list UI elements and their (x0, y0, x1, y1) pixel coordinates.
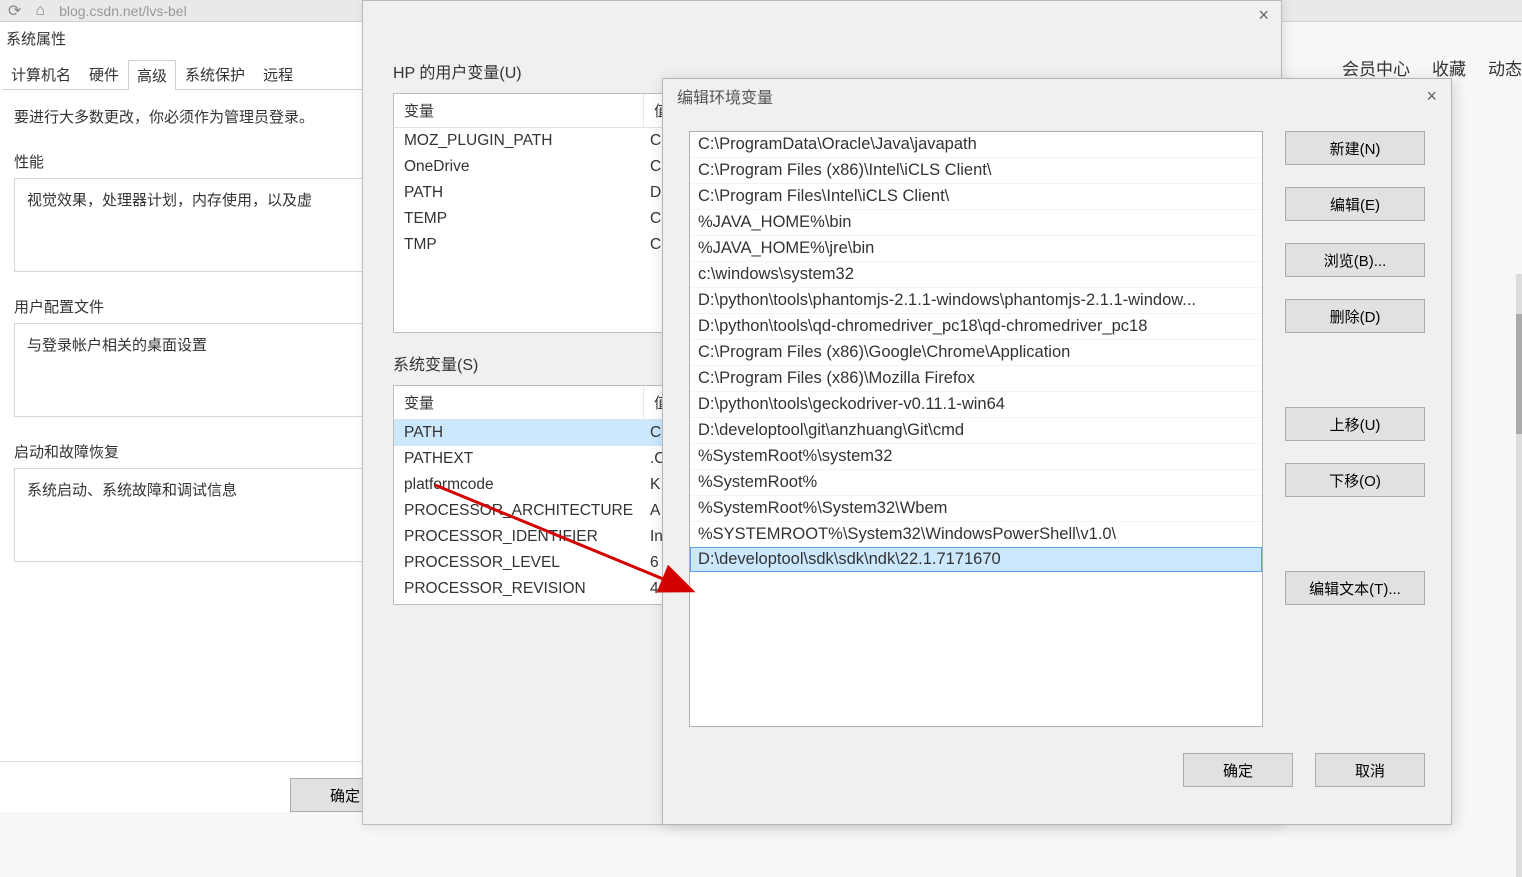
list-item[interactable]: %SystemRoot% (690, 469, 1262, 495)
startup-title: 启动和故障恢复 (14, 441, 400, 462)
list-item[interactable]: %SystemRoot%\system32 (690, 443, 1262, 469)
path-list[interactable]: C:\ProgramData\Oracle\Java\javapathC:\Pr… (689, 131, 1263, 727)
user-profiles-title: 用户配置文件 (14, 296, 400, 317)
list-item[interactable]: C:\Program Files (x86)\Mozilla Firefox (690, 365, 1262, 391)
browse-button[interactable]: 浏览(B)... (1285, 243, 1425, 277)
list-item[interactable]: %JAVA_HOME%\bin (690, 209, 1262, 235)
user-profiles-group: 与登录帐户相关的桌面设置 (14, 323, 400, 417)
edit-environment-variable-dialog: 编辑环境变量 × C:\ProgramData\Oracle\Java\java… (662, 78, 1452, 825)
scrollbar[interactable] (1516, 274, 1522, 877)
page-nav: 会员中心 收藏 动态 (1342, 55, 1522, 80)
close-icon[interactable]: × (1426, 86, 1437, 107)
reload-icon[interactable]: ⟳ (8, 1, 21, 21)
performance-title: 性能 (14, 151, 400, 172)
tab-computer-name[interactable]: 计算机名 (2, 59, 80, 89)
home-icon[interactable]: ⌂ (35, 2, 45, 20)
edit-env-ok-button[interactable]: 确定 (1183, 753, 1293, 787)
list-item[interactable]: c:\windows\system32 (690, 261, 1262, 287)
startup-group: 系统启动、系统故障和调试信息 (14, 468, 400, 562)
edit-button[interactable]: 编辑(E) (1285, 187, 1425, 221)
system-properties-window: 系统属性 计算机名 硬件 高级 系统保护 远程 要进行大多数更改，你必须作为管理… (0, 22, 415, 812)
list-item[interactable]: %JAVA_HOME%\jre\bin (690, 235, 1262, 261)
list-item[interactable]: %SYSTEMROOT%\System32\WindowsPowerShell\… (690, 521, 1262, 547)
close-icon[interactable]: × (1258, 5, 1269, 26)
system-properties-tabs: 计算机名 硬件 高级 系统保护 远程 (2, 59, 414, 90)
list-item[interactable]: C:\ProgramData\Oracle\Java\javapath (690, 132, 1262, 157)
address-bar-fragment[interactable]: blog.csdn.net/lvs-bel (59, 3, 187, 19)
nav-activity[interactable]: 动态 (1488, 55, 1522, 80)
list-item[interactable]: D:\developtool\git\anzhuang\Git\cmd (690, 417, 1262, 443)
col-variable[interactable]: 变量 (394, 94, 644, 127)
list-item[interactable]: C:\Program Files (x86)\Intel\iCLS Client… (690, 157, 1262, 183)
startup-desc: 系统启动、系统故障和调试信息 (27, 482, 237, 499)
list-item[interactable]: C:\Program Files (x86)\Google\Chrome\App… (690, 339, 1262, 365)
performance-desc: 视觉效果，处理器计划，内存使用，以及虚 (27, 192, 312, 209)
col-variable[interactable]: 变量 (394, 386, 644, 419)
tab-system-protection[interactable]: 系统保护 (176, 59, 254, 89)
performance-group: 视觉效果，处理器计划，内存使用，以及虚 (14, 178, 400, 272)
tab-advanced[interactable]: 高级 (128, 60, 176, 90)
admin-note: 要进行大多数更改，你必须作为管理员登录。 (14, 106, 400, 127)
edit-env-cancel-button[interactable]: 取消 (1315, 753, 1425, 787)
edit-text-button[interactable]: 编辑文本(T)... (1285, 571, 1425, 605)
list-item[interactable]: D:\python\tools\geckodriver-v0.11.1-win6… (690, 391, 1262, 417)
move-up-button[interactable]: 上移(U) (1285, 407, 1425, 441)
system-properties-title: 系统属性 (0, 22, 414, 59)
list-item[interactable]: D:\python\tools\qd-chromedriver_pc18\qd-… (690, 313, 1262, 339)
list-item[interactable]: C:\Program Files\Intel\iCLS Client\ (690, 183, 1262, 209)
edit-env-buttons: 新建(N) 编辑(E) 浏览(B)... 删除(D) 上移(U) 下移(O) 编… (1285, 131, 1425, 727)
move-down-button[interactable]: 下移(O) (1285, 463, 1425, 497)
list-item[interactable]: %SystemRoot%\System32\Wbem (690, 495, 1262, 521)
nav-member-center[interactable]: 会员中心 (1342, 55, 1410, 80)
user-profiles-desc: 与登录帐户相关的桌面设置 (27, 337, 207, 354)
nav-favorites[interactable]: 收藏 (1432, 55, 1466, 80)
delete-button[interactable]: 删除(D) (1285, 299, 1425, 333)
list-item[interactable]: D:\python\tools\phantomjs-2.1.1-windows\… (690, 287, 1262, 313)
tab-remote[interactable]: 远程 (254, 59, 302, 89)
tab-hardware[interactable]: 硬件 (80, 59, 128, 89)
new-button[interactable]: 新建(N) (1285, 131, 1425, 165)
edit-env-title: 编辑环境变量 (677, 84, 773, 108)
list-item[interactable]: D:\developtool\sdk\sdk\ndk\22.1.7171670 (690, 547, 1262, 572)
